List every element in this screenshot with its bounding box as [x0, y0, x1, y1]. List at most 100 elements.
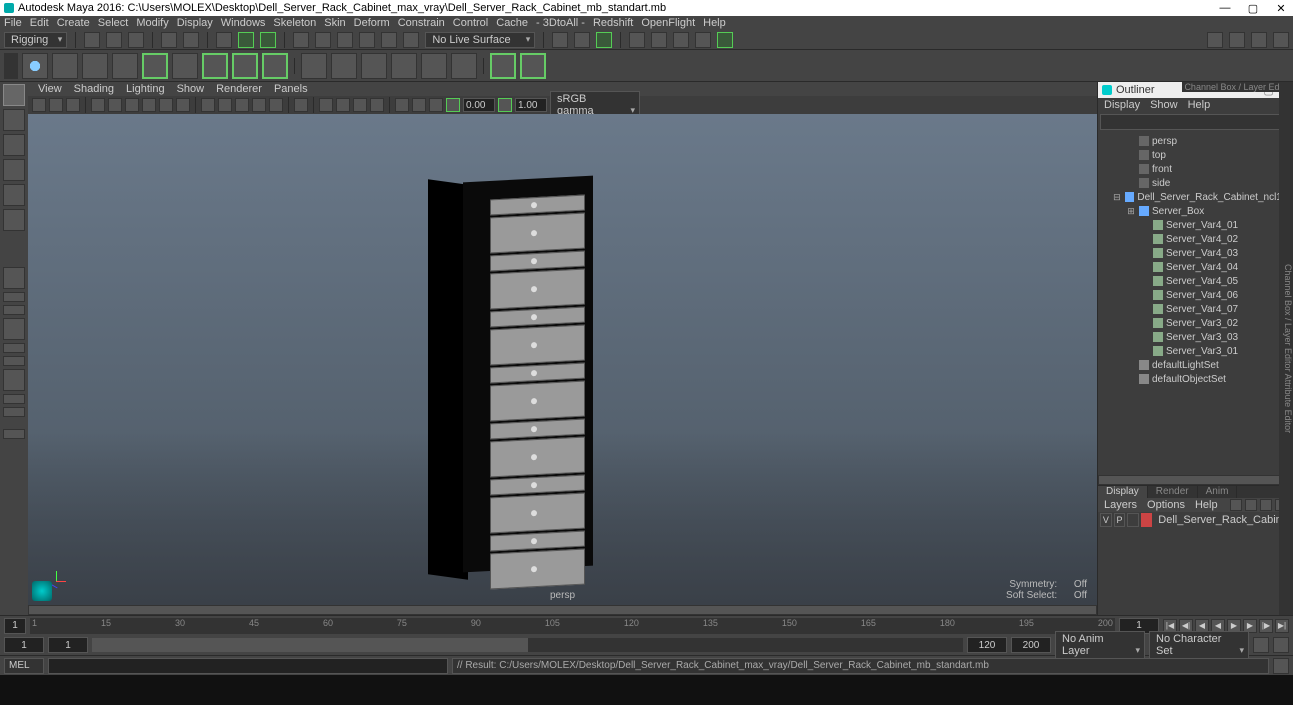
character-set-dropdown[interactable]: No Character Set — [1149, 631, 1249, 659]
open-scene-icon[interactable] — [106, 32, 122, 48]
outliner-item-defaultLightSet[interactable]: defaultLightSet — [1098, 358, 1293, 372]
expander-icon[interactable]: ⊞ — [1126, 206, 1136, 217]
prune-weights-icon[interactable] — [451, 53, 477, 79]
snap-view-icon[interactable] — [403, 32, 419, 48]
menu-redshift[interactable]: Redshift — [593, 17, 633, 29]
ipr-render-icon[interactable] — [596, 32, 612, 48]
panel-menu-lighting[interactable]: Lighting — [126, 83, 165, 95]
undo-icon[interactable] — [161, 32, 177, 48]
layer-move-down-icon[interactable] — [1245, 499, 1257, 511]
snap-curve-icon[interactable] — [315, 32, 331, 48]
current-frame-left-input[interactable] — [4, 618, 26, 634]
constraint-icon[interactable] — [112, 53, 138, 79]
minimize-button[interactable]: — — [1217, 2, 1233, 15]
outliner-item-top[interactable]: top — [1098, 148, 1293, 162]
display-layer-row[interactable]: VPDell_Server_Rack_Cabinet — [1098, 512, 1293, 528]
range-track[interactable] — [92, 638, 963, 652]
layout-outliner-icon[interactable] — [3, 356, 25, 366]
side-tabs[interactable]: Channel Box / Layer Editor Attribute Edi… — [1279, 82, 1293, 615]
rotate-tool[interactable] — [3, 184, 25, 206]
grid-toggle-icon[interactable] — [91, 98, 105, 112]
anim-end-input[interactable] — [1011, 637, 1051, 653]
layout-two-h-icon[interactable] — [3, 305, 25, 315]
toggle-layer-icon[interactable] — [1251, 32, 1267, 48]
layer-menu-layers[interactable]: Layers — [1104, 499, 1137, 511]
outliner-item-Server_Var4_07[interactable]: Server_Var4_07 — [1098, 302, 1293, 316]
snap-plane-icon[interactable] — [359, 32, 375, 48]
menu-windows[interactable]: Windows — [221, 17, 266, 29]
outliner-item-Server_Var3_02[interactable]: Server_Var3_02 — [1098, 316, 1293, 330]
layout-three-icon[interactable] — [3, 343, 25, 353]
expander-icon[interactable]: ⊟ — [1112, 192, 1122, 203]
outliner-item-Server_Var4_04[interactable]: Server_Var4_04 — [1098, 260, 1293, 274]
close-button[interactable]: ✕ — [1273, 2, 1289, 15]
menu-constrain[interactable]: Constrain — [398, 17, 445, 29]
toggle-channelbox-icon[interactable] — [1229, 32, 1245, 48]
snap-live-icon[interactable] — [381, 32, 397, 48]
anim-start-input[interactable] — [4, 637, 44, 653]
anim-layer-dropdown[interactable]: No Anim Layer — [1055, 631, 1145, 659]
autokey-icon[interactable] — [1253, 637, 1269, 653]
select-mode-icon[interactable] — [216, 32, 232, 48]
range-end-input[interactable] — [967, 637, 1007, 653]
live-surface-dropdown[interactable]: No Live Surface — [425, 32, 535, 48]
isolate-select-icon[interactable] — [294, 98, 308, 112]
hypershade-icon[interactable] — [651, 32, 667, 48]
exposure-icon[interactable] — [429, 98, 443, 112]
gamma-toggle-icon[interactable] — [446, 98, 460, 112]
outliner-item-Server_Var4_06[interactable]: Server_Var4_06 — [1098, 288, 1293, 302]
outliner-item-Server_Var3_01[interactable]: Server_Var3_01 — [1098, 344, 1293, 358]
smooth-weights-icon[interactable] — [361, 53, 387, 79]
menu-dtoall[interactable]: - 3DtoAll - — [536, 17, 585, 29]
layer-move-up-icon[interactable] — [1230, 499, 1242, 511]
image-plane-icon[interactable] — [66, 98, 80, 112]
maximize-button[interactable]: ▢ — [1245, 2, 1261, 15]
outliner-menu-help[interactable]: Help — [1188, 99, 1211, 111]
outliner-search-input[interactable] — [1100, 114, 1291, 130]
layout-hyper-icon[interactable] — [3, 407, 25, 417]
outliner-item-Server_Var3_03[interactable]: Server_Var3_03 — [1098, 330, 1293, 344]
outliner-item-persp[interactable]: persp — [1098, 134, 1293, 148]
layer-menu-options[interactable]: Options — [1147, 499, 1185, 511]
layer-list[interactable]: VPDell_Server_Rack_Cabinet — [1098, 512, 1293, 615]
panel-layout-icon[interactable] — [717, 32, 733, 48]
script-editor-icon[interactable] — [1273, 658, 1289, 674]
script-lang-label[interactable]: MEL — [4, 658, 44, 674]
toggle-shelf-icon[interactable] — [1207, 32, 1223, 48]
layer-color-swatch[interactable] — [1141, 513, 1152, 527]
layout-persp-icon[interactable] — [3, 369, 25, 391]
lattice-icon[interactable] — [172, 53, 198, 79]
shadows-icon[interactable] — [269, 98, 283, 112]
outliner-item-Server_Var4_03[interactable]: Server_Var4_03 — [1098, 246, 1293, 260]
outliner-tree[interactable]: persptopfrontside⊟Dell_Server_Rack_Cabin… — [1098, 132, 1293, 475]
aa-icon[interactable] — [412, 98, 426, 112]
menu-skeleton[interactable]: Skeleton — [273, 17, 316, 29]
go-end-button[interactable]: ▶| — [1275, 619, 1289, 633]
menu-help[interactable]: Help — [703, 17, 726, 29]
blend-shape-icon[interactable] — [232, 53, 258, 79]
outliner-item-front[interactable]: front — [1098, 162, 1293, 176]
far-clip-input[interactable] — [515, 98, 547, 112]
outliner-menu-display[interactable]: Display — [1104, 99, 1140, 111]
render-view-icon[interactable] — [673, 32, 689, 48]
layer-playback-toggle[interactable]: P — [1114, 513, 1126, 527]
remove-influence-icon[interactable] — [520, 53, 546, 79]
scale-tool[interactable] — [3, 209, 25, 231]
xray-icon[interactable] — [319, 98, 333, 112]
field-chart-icon[interactable] — [159, 98, 173, 112]
prefs-icon[interactable] — [1273, 637, 1289, 653]
menu-edit[interactable]: Edit — [30, 17, 49, 29]
near-clip-input[interactable] — [463, 98, 495, 112]
safe-action-icon[interactable] — [176, 98, 190, 112]
outliner-item-Server_Var4_05[interactable]: Server_Var4_05 — [1098, 274, 1293, 288]
outliner-item-defaultObjectSet[interactable]: defaultObjectSet — [1098, 372, 1293, 386]
layout-single-icon[interactable] — [3, 267, 25, 289]
motion-blur-icon[interactable] — [370, 98, 384, 112]
xray-joints-icon[interactable] — [336, 98, 350, 112]
menu-deform[interactable]: Deform — [354, 17, 390, 29]
layer-display-type[interactable] — [1127, 513, 1139, 527]
component-mode-icon[interactable] — [260, 32, 276, 48]
viewport-persp[interactable]: persp Symmetry: Off Soft Select: Off — [28, 114, 1097, 605]
menu-create[interactable]: Create — [57, 17, 90, 29]
timeline-track[interactable]: 1153045607590105120135150165180195200 — [30, 618, 1115, 634]
